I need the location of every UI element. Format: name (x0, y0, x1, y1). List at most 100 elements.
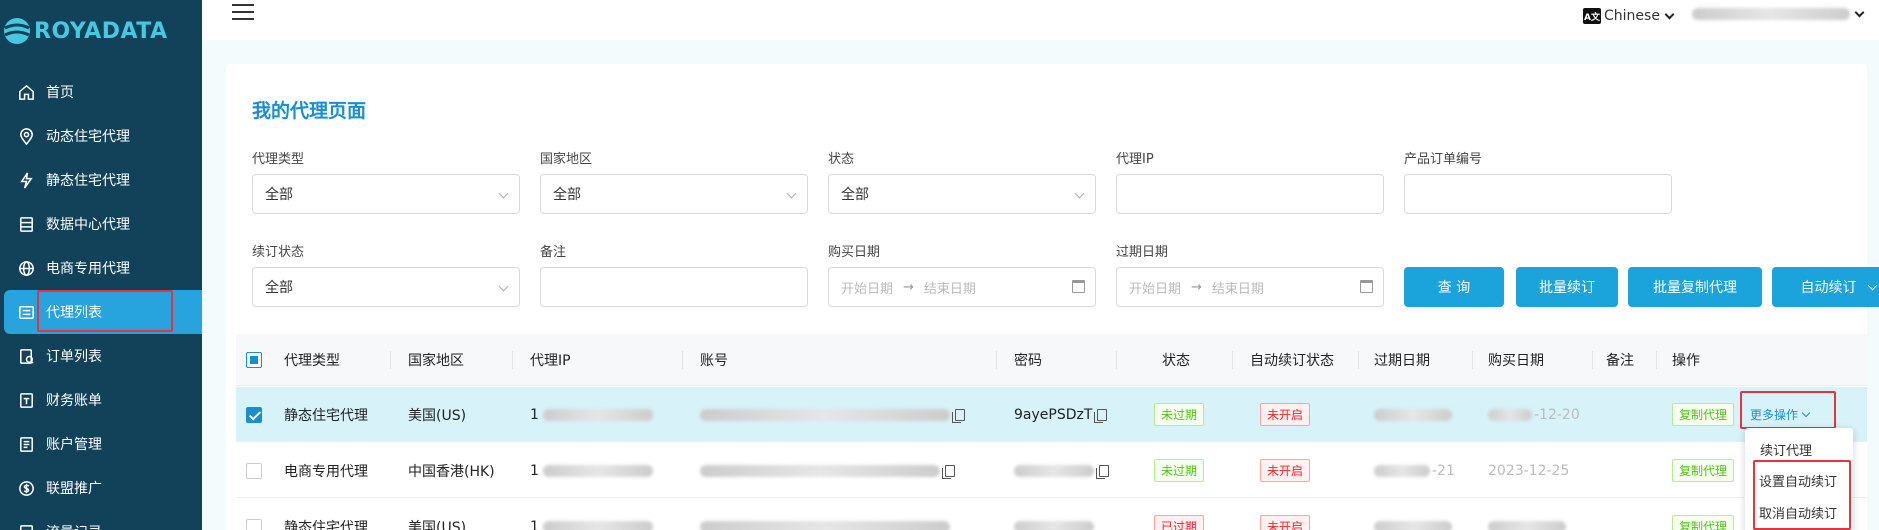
copy-proxy-button[interactable]: 复制代理 (1672, 459, 1735, 482)
batch-renew-button[interactable]: 批量续订 (1516, 267, 1618, 307)
ip-redacted (542, 408, 653, 421)
filter-label-expire-date: 过期日期 (1116, 245, 1169, 260)
password-redacted (1014, 464, 1094, 477)
menu-item-renew-proxy[interactable]: 续订代理 (1760, 440, 1812, 459)
sidebar-nav: 首页 动态住宅代理 静态住宅代理 数据中心代理 电商专用代理 代理列表 订单列表 (0, 70, 202, 530)
chevron-down-icon (1074, 188, 1085, 199)
purchase-date-end[interactable]: 结束日期 (924, 278, 976, 297)
proxy-type-value: 全部 (265, 187, 293, 203)
copy-icon[interactable] (942, 464, 955, 479)
copy-icon[interactable] (1096, 464, 1109, 479)
translate-icon: A文 (1583, 8, 1601, 24)
copy-proxy-button[interactable]: 复制代理 (1672, 403, 1735, 426)
select-all-checkbox[interactable] (246, 334, 262, 386)
table-row[interactable]: 电商专用代理 中国香港(HK) 1 未过期 未开启 -21 2023-12-25… (236, 443, 1867, 498)
language-selector[interactable]: A文 Chinese (1583, 8, 1675, 24)
server-icon (16, 214, 36, 234)
ip-redacted (542, 464, 653, 477)
cell-region: 美国(US) (408, 519, 467, 530)
region-value: 全部 (553, 187, 581, 203)
expire-date-range[interactable]: 开始日期 → 结束日期 (1116, 267, 1384, 307)
column-header: 操作 (1672, 353, 1700, 369)
column-header: 代理类型 (284, 353, 340, 369)
sidebar-item-orders[interactable]: 订单列表 (0, 334, 202, 378)
sidebar-item-account[interactable]: 账户管理 (0, 422, 202, 466)
copy-proxy-button[interactable]: 复制代理 (1672, 515, 1735, 530)
chevron-down-icon (1664, 9, 1675, 19)
query-button[interactable]: 查 询 (1404, 267, 1504, 307)
sidebar-item-static-residential[interactable]: 静态住宅代理 (0, 158, 202, 202)
note-input[interactable] (540, 267, 808, 307)
chevron-down-icon (1854, 7, 1865, 17)
purchase-date-redacted (1488, 408, 1532, 421)
order-search-icon (16, 346, 36, 366)
auto-renew-label: 自动续订 (1800, 280, 1857, 296)
sidebar-item-proxy-list[interactable]: 代理列表 (4, 290, 202, 334)
chevron-down-icon (1801, 408, 1811, 418)
sidebar-item-label: 订单列表 (46, 349, 102, 365)
cell-actions: 复制代理 (1672, 387, 1735, 442)
copy-icon[interactable] (952, 408, 965, 423)
filter-label-note: 备注 (540, 245, 567, 260)
expire-date-redacted (1374, 464, 1430, 477)
cell-account (700, 443, 955, 498)
account-redacted (700, 408, 950, 421)
proxy-type-select[interactable]: 全部 (252, 174, 520, 214)
status-badge: 已过期 (1154, 515, 1205, 530)
sidebar-item-dynamic-residential[interactable]: 动态住宅代理 (0, 114, 202, 158)
bill-icon (16, 390, 36, 410)
sidebar-item-datacenter[interactable]: 数据中心代理 (0, 202, 202, 246)
sidebar-item-traffic[interactable]: 流量记录 (0, 510, 202, 530)
dollar-icon (16, 478, 36, 498)
order-no-input[interactable] (1404, 174, 1672, 214)
menu-toggle-icon[interactable] (232, 4, 254, 22)
table-header: 代理类型 国家地区 代理IP 账号 密码 状态 自动续订状态 过期日期 购买日期… (236, 334, 1867, 386)
status-select[interactable]: 全部 (828, 174, 1096, 214)
auto-renew-button[interactable]: 自动续订 (1772, 267, 1879, 307)
user-menu[interactable] (1692, 7, 1865, 20)
chevron-down-icon (1867, 280, 1877, 290)
table-row[interactable]: 静态住宅代理 美国(US) 1 已过期 未开启 复制代理 (236, 499, 1867, 530)
purchase-date-range[interactable]: 开始日期 → 结束日期 (828, 267, 1096, 307)
menu-item-cancel-auto-renew[interactable]: 取消自动续订 (1759, 503, 1837, 522)
column-header: 代理IP (530, 353, 571, 369)
batch-copy-button[interactable]: 批量复制代理 (1628, 267, 1762, 307)
cell-expire (1374, 499, 1452, 530)
row-checkbox[interactable] (246, 499, 262, 530)
sidebar-item-bills[interactable]: 财务账单 (0, 378, 202, 422)
location-pin-icon (16, 126, 36, 146)
column-header: 账号 (700, 353, 728, 369)
renew-status-select[interactable]: 全部 (252, 267, 520, 307)
sidebar-item-ecommerce[interactable]: 电商专用代理 (0, 246, 202, 290)
purchase-date-redacted (1488, 520, 1566, 530)
sidebar-item-home[interactable]: 首页 (0, 70, 202, 114)
cell-purchase (1488, 499, 1566, 530)
column-header: 自动续订状态 (1250, 353, 1334, 369)
sidebar-item-label: 电商专用代理 (46, 261, 130, 277)
filter-label-renew-status: 续订状态 (252, 245, 305, 260)
purchase-date-start[interactable]: 开始日期 (841, 278, 893, 297)
expire-date-end[interactable]: 结束日期 (1212, 278, 1264, 297)
brand-logo[interactable]: ROYADATA (0, 8, 202, 54)
expire-date-start[interactable]: 开始日期 (1129, 278, 1181, 297)
sidebar-item-label: 静态住宅代理 (46, 173, 130, 189)
chevron-down-icon (498, 188, 509, 199)
auto-renew-badge: 未开启 (1260, 459, 1311, 482)
table-row[interactable]: 静态住宅代理 美国(US) 1 9ayePSDzT 未过期 未开启 -12-20… (236, 387, 1867, 442)
row-checkbox[interactable] (246, 387, 262, 442)
row-checkbox[interactable] (246, 443, 262, 498)
region-select[interactable]: 全部 (540, 174, 808, 214)
brand-name: ROYADATA (34, 18, 168, 44)
copy-icon[interactable] (1094, 408, 1108, 423)
menu-item-enable-auto-renew[interactable]: 设置自动续订 (1759, 471, 1837, 490)
traffic-icon (16, 522, 36, 530)
status-badge: 未过期 (1154, 403, 1205, 426)
lightning-icon (16, 170, 36, 190)
renew-status-value: 全部 (265, 280, 293, 296)
password-redacted (1014, 520, 1094, 530)
proxy-ip-input[interactable] (1116, 174, 1384, 214)
column-header: 备注 (1606, 353, 1634, 369)
sidebar-item-affiliate[interactable]: 联盟推广 (0, 466, 202, 510)
auto-renew-badge: 未开启 (1260, 515, 1311, 530)
sidebar-item-label: 动态住宅代理 (46, 129, 130, 145)
